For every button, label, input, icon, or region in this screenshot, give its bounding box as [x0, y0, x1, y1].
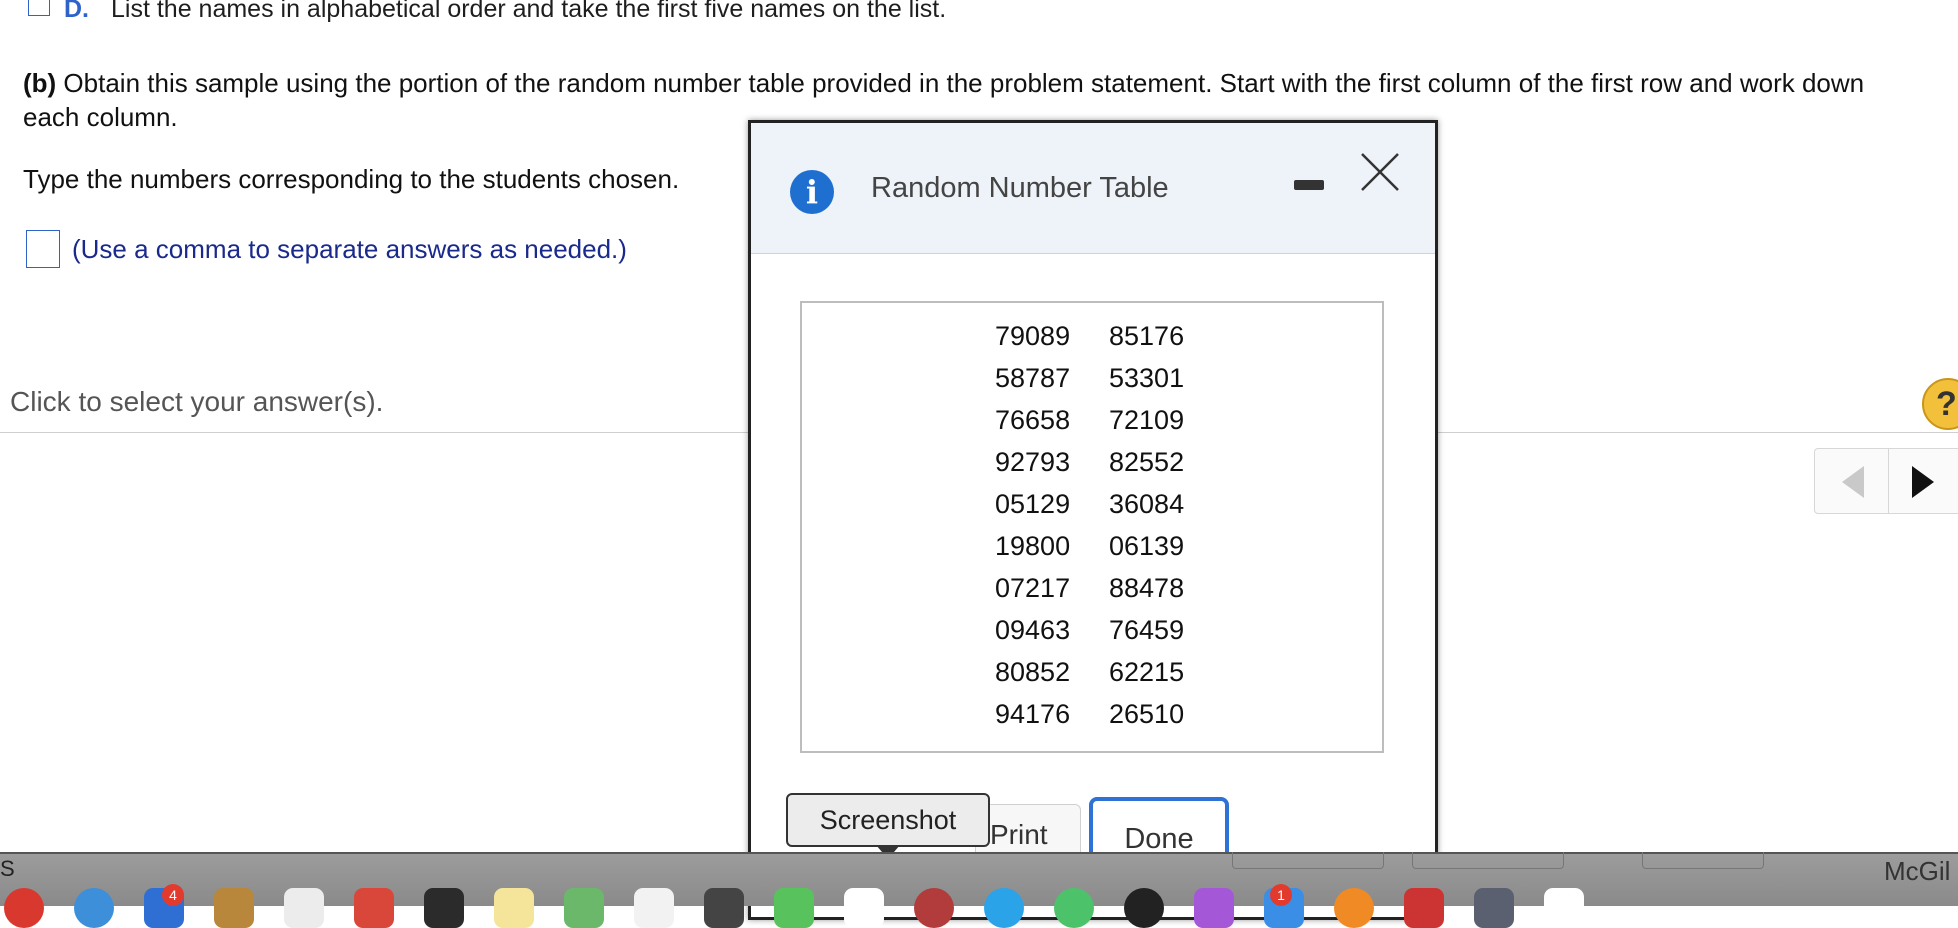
previous-arrow-icon[interactable]: [1842, 466, 1864, 498]
table-cell: 07217: [995, 573, 1071, 603]
dock-app-icon[interactable]: [704, 888, 744, 928]
dock-right-label: McGil: [1884, 856, 1951, 886]
part-b-label: (b): [23, 68, 57, 98]
table-cell: 82552: [1109, 447, 1185, 477]
dock-app-icon[interactable]: [354, 888, 394, 928]
dock-app-icon[interactable]: [424, 888, 464, 928]
dock-app-icon[interactable]: [844, 888, 884, 928]
dialog-title: Random Number Table: [871, 172, 1169, 204]
dock-app-icon[interactable]: [1544, 888, 1584, 928]
click-to-select-text: Click to select your answer(s).: [10, 386, 384, 417]
dock-left-label: S: [0, 856, 15, 881]
table-cell: 72109: [1109, 405, 1185, 435]
minimize-icon[interactable]: [1294, 180, 1324, 190]
info-icon: i: [790, 170, 834, 214]
table-cell: 76658: [995, 405, 1071, 435]
dock-app-icon[interactable]: [1124, 888, 1164, 928]
table-cell: 26510: [1109, 699, 1185, 729]
next-arrow-icon[interactable]: [1912, 466, 1934, 498]
table-row: 79089 85176: [802, 321, 1382, 352]
table-cell: 92793: [995, 447, 1071, 477]
option-d-checkbox[interactable]: [28, 0, 50, 16]
question-nav: [1814, 448, 1958, 514]
dock-app-icon[interactable]: [494, 888, 534, 928]
dock-app-icon[interactable]: [74, 888, 114, 928]
type-numbers-prompt: Type the numbers corresponding to the st…: [23, 164, 680, 194]
table-cell: 88478: [1109, 573, 1185, 603]
dock-app-icon[interactable]: [1474, 888, 1514, 928]
table-cell: 53301: [1109, 363, 1185, 393]
table-cell: 06139: [1109, 531, 1185, 561]
table-cell: 80852: [995, 657, 1071, 687]
dock-minimized-window[interactable]: [1642, 852, 1764, 869]
notification-badge: 1: [1270, 884, 1292, 906]
table-row: 80852 62215: [802, 657, 1382, 688]
random-number-table: 79089 85176 58787 53301 76658 72109 92793 82552…: [800, 301, 1384, 753]
table-cell: 85176: [1109, 321, 1185, 351]
dock-app-icon[interactable]: [1404, 888, 1444, 928]
help-icon[interactable]: ?: [1922, 378, 1958, 430]
table-cell: 79089: [995, 321, 1071, 351]
answer-row: (Use a comma to separate answers as need…: [26, 230, 627, 268]
notification-badge: 4: [162, 884, 184, 906]
dock-app-icon[interactable]: [1194, 888, 1234, 928]
dock-app-icon[interactable]: [284, 888, 324, 928]
table-cell: 36084: [1109, 489, 1185, 519]
answer-input[interactable]: [26, 230, 60, 268]
table-row: 09463 76459: [802, 615, 1382, 646]
table-cell: 76459: [1109, 615, 1185, 645]
dock-app-icon[interactable]: [634, 888, 674, 928]
dock-app-icon[interactable]: [564, 888, 604, 928]
option-d-letter: D.: [64, 0, 89, 23]
close-icon[interactable]: [1358, 150, 1402, 194]
table-cell: 05129: [995, 489, 1071, 519]
dock-app-icon[interactable]: [984, 888, 1024, 928]
table-cell: 58787: [995, 363, 1071, 393]
table-cell: 94176: [995, 699, 1071, 729]
table-row: 76658 72109: [802, 405, 1382, 436]
dock-app-icon[interactable]: [4, 888, 44, 928]
table-cell: 09463: [995, 615, 1071, 645]
table-row: 92793 82552: [802, 447, 1382, 478]
table-row: 58787 53301: [802, 363, 1382, 394]
dock-minimized-window[interactable]: [1232, 852, 1384, 869]
answer-hint: (Use a comma to separate answers as need…: [72, 233, 627, 264]
option-d[interactable]: D. List the names in alphabetical order …: [28, 0, 946, 24]
screenshot-tooltip: Screenshot: [786, 793, 990, 847]
dock-app-icon[interactable]: [1334, 888, 1374, 928]
table-row: 07217 88478: [802, 573, 1382, 604]
table-cell: 62215: [1109, 657, 1185, 687]
option-d-text: List the names in alphabetical order and…: [111, 0, 947, 23]
dock-app-icon[interactable]: [774, 888, 814, 928]
table-cell: 19800: [995, 531, 1071, 561]
dock-app-icon[interactable]: [214, 888, 254, 928]
dock-app-icon[interactable]: [914, 888, 954, 928]
table-row: 19800 06139: [802, 531, 1382, 562]
table-row: 05129 36084: [802, 489, 1382, 520]
dock-minimized-window[interactable]: [1412, 852, 1564, 869]
table-row: 94176 26510: [802, 699, 1382, 730]
dock-app-icon[interactable]: [1054, 888, 1094, 928]
nav-divider: [1888, 448, 1889, 514]
